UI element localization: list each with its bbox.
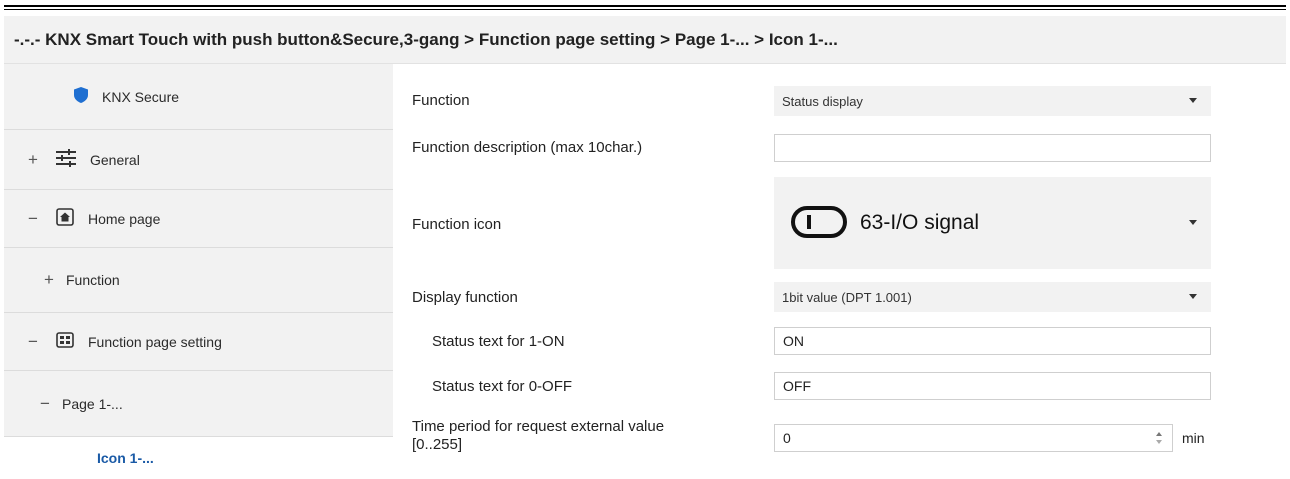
sidebar-item-label: Icon 1-... [97,450,154,466]
time-period-label-line1: Time period for request external value [412,418,665,435]
time-period-unit: min [1182,430,1205,446]
sidebar-item-knx-secure[interactable]: KNX Secure [4,64,393,130]
display-function-value: 1bit value (DPT 1.001) [782,289,912,305]
chevron-down-icon [1189,98,1197,103]
spin-down-icon[interactable] [1156,440,1162,444]
display-function-label: Display function [412,289,518,306]
sidebar-item-function-page-setting[interactable]: − Function page setting [4,313,393,371]
sidebar: KNX Secure + General − Home page + Funct… [4,64,393,479]
expand-icon[interactable]: + [26,150,40,170]
chevron-down-icon [1189,220,1197,225]
grid-icon [56,332,74,351]
sidebar-item-label: Home page [88,210,161,227]
sidebar-item-general[interactable]: + General [4,130,393,190]
sidebar-item-icon-1[interactable]: Icon 1-... [4,437,393,479]
sidebar-item-label: Function [66,272,120,288]
function-select-value: Status display [782,93,863,109]
time-period-spinbox[interactable]: 0 [774,424,1173,452]
time-period-label: Time period for request external value [… [412,418,664,454]
status-off-label: Status text for 0-OFF [432,378,573,395]
status-on-label: Status text for 1-ON [432,333,565,350]
breadcrumb: -.-.- KNX Smart Touch with push button&S… [4,16,1286,64]
status-off-input[interactable]: OFF [774,372,1211,400]
shield-icon [74,87,88,106]
sidebar-item-page-1[interactable]: − Page 1-... [4,371,393,437]
expand-icon[interactable]: + [42,270,56,290]
top-border [4,5,1286,7]
collapse-icon[interactable]: − [26,332,40,352]
status-on-input[interactable]: ON [774,327,1211,355]
toggle-switch-icon [790,205,848,242]
display-function-select[interactable]: 1bit value (DPT 1.001) [774,282,1211,312]
sliders-icon [56,149,76,170]
function-select[interactable]: Status display [774,86,1211,116]
time-period-value: 0 [783,430,791,446]
function-label: Function [412,92,470,109]
sidebar-item-home-page[interactable]: − Home page [4,190,393,248]
sidebar-item-label: Page 1-... [62,395,123,412]
spin-up-icon[interactable] [1156,432,1162,436]
sidebar-item-function[interactable]: + Function [4,248,393,313]
collapse-icon[interactable]: − [38,394,52,414]
function-description-input[interactable] [774,134,1211,162]
function-icon-value: 63-I/O signal [860,211,980,234]
home-icon [56,208,74,229]
time-period-label-line2: [0..255] [412,436,463,453]
sidebar-item-label: General [90,151,140,168]
top-border-thin [4,9,1286,10]
chevron-down-icon [1189,294,1197,299]
collapse-icon[interactable]: − [26,209,40,229]
sidebar-item-label: Function page setting [88,333,222,350]
sidebar-item-label: KNX Secure [102,88,180,105]
function-description-label: Function description (max 10char.) [412,139,643,156]
function-icon-label: Function icon [412,216,502,233]
function-icon-select[interactable]: 63-I/O signal [774,177,1211,269]
